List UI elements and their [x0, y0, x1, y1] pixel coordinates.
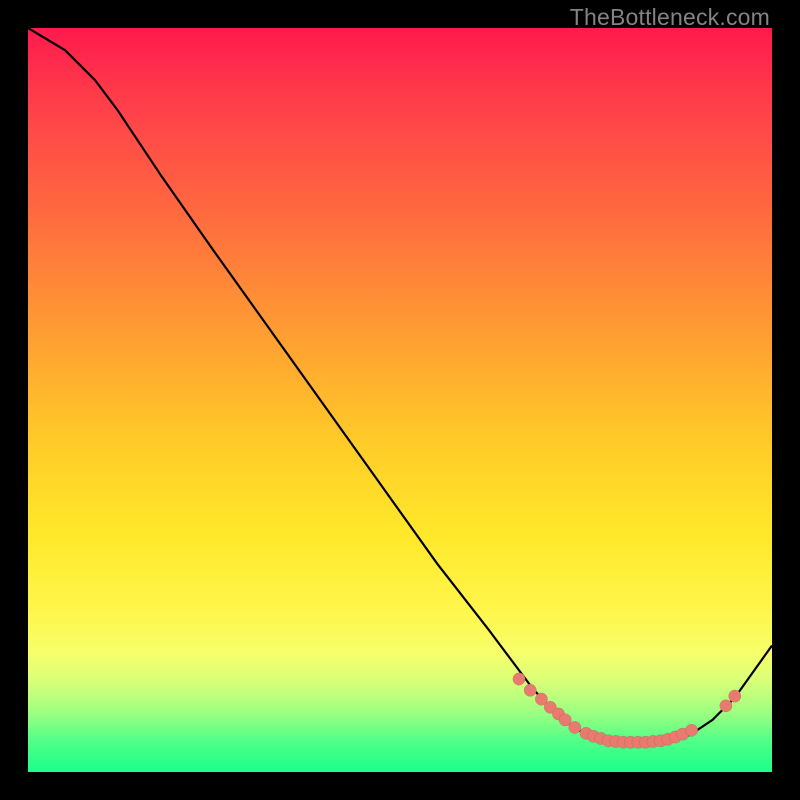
chart-svg — [28, 28, 772, 772]
highlight-dot — [524, 684, 536, 696]
bottleneck-curve — [28, 28, 772, 742]
watermark-text: TheBottleneck.com — [570, 4, 770, 31]
chart-plot-area — [28, 28, 772, 772]
highlight-dot — [720, 700, 732, 712]
chart-frame: TheBottleneck.com — [0, 0, 800, 800]
highlight-dot — [513, 673, 525, 685]
highlight-dot — [729, 690, 741, 702]
highlight-dot — [685, 724, 697, 736]
highlight-dot — [569, 721, 581, 733]
highlight-dots-group — [513, 673, 741, 749]
